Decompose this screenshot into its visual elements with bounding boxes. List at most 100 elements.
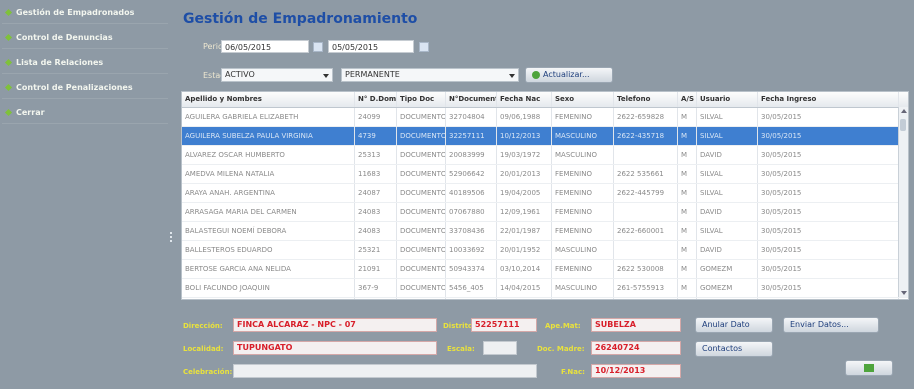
table-row[interactable]: ALVAREZ OSCAR HUMBERTO 25313 DOCUMENTO 2008… [182, 146, 908, 165]
table-cell: 30/05/2015 [758, 184, 899, 202]
table-cell: 2622-660001 [614, 222, 678, 240]
table-cell: DAVID [697, 203, 758, 221]
fecha-desde-input[interactable]: 06/05/2015 [221, 40, 309, 53]
table-cell: BALLESTEROS EDUARDO [182, 241, 355, 259]
table-cell: SILVAL [697, 298, 758, 299]
fecha-hasta-input[interactable]: 05/05/2015 [328, 40, 414, 53]
table-row[interactable]: BERTOSE GARCIA ANA NELIDA 21091 DOCUMENTO 5… [182, 260, 908, 279]
estado-select[interactable]: ACTIVO [221, 68, 333, 82]
column-header[interactable]: Sexo [552, 92, 614, 107]
table-cell: DOCUMENTO [397, 127, 446, 145]
table-cell: 50943374 [446, 260, 497, 278]
table-cell: 21091 [355, 260, 397, 278]
column-header[interactable]: N° D.Dom [355, 92, 397, 107]
table-cell: 5456_405 [446, 279, 497, 297]
table-cell: 10033692 [446, 241, 497, 259]
column-header[interactable]: N°Documento [446, 92, 497, 107]
sidebar-item-control-denuncias[interactable]: Control de Denuncias [2, 26, 168, 49]
column-header[interactable]: A/S [678, 92, 697, 107]
table-cell: 30/05/2015 [758, 298, 899, 299]
calendar-icon[interactable] [419, 42, 429, 52]
escala-field[interactable] [483, 341, 517, 355]
table-row[interactable]: AGUILERA SUBELZA PAULA VIRGINIA 4739 DOCUM… [182, 127, 908, 146]
ape-mat-label: Ape.Mat: [545, 322, 581, 330]
table-cell: FEMENINO [552, 184, 614, 202]
actualizar-button[interactable]: Actualizar... [525, 67, 613, 83]
sidebar-item-lista-relaciones[interactable]: Lista de Relaciones [2, 51, 168, 74]
column-header[interactable]: Fecha Nac [497, 92, 552, 107]
doc-madre-field[interactable]: 26240724 [591, 341, 681, 355]
column-header[interactable]: Usuario [697, 92, 758, 107]
sidebar-item-gestion-empadronados[interactable]: Gestión de Empadronados [2, 1, 168, 24]
table-cell: M [678, 260, 697, 278]
localidad-field[interactable]: TUPUNGATO [233, 341, 437, 355]
table-cell: 33708436 [446, 222, 497, 240]
table-row[interactable]: ARAYA ANAH. ARGENTINA 24087 DOCUMENTO 40189… [182, 184, 908, 203]
table-cell: 32257111 [446, 127, 497, 145]
sidebar-item-cerrar[interactable]: Cerrar [2, 101, 168, 124]
table-cell: M [678, 298, 697, 299]
direccion-label: Dirección: [183, 322, 223, 330]
table-cell: 20/01/1952 [497, 241, 552, 259]
table-cell: MASCULINO [552, 279, 614, 297]
table-cell: BERTOSE GARCIA ANA NELIDA [182, 260, 355, 278]
fecha-field[interactable]: 10/12/2013 [591, 364, 681, 378]
empadronados-table[interactable]: Apellido y Nombres N° D.Dom Tipo Doc N°D… [181, 91, 909, 300]
table-cell: 2622 530008 [614, 260, 678, 278]
column-header[interactable]: Fecha Ingreso [758, 92, 899, 107]
table-cell: 20083999 [446, 146, 497, 164]
table-row[interactable]: BOLI FACUNDO JOAQUIN 367-9 DOCUMENTO 5456_4… [182, 279, 908, 298]
table-cell: GOMEZM [697, 260, 758, 278]
sidebar-item-control-penalizaciones[interactable]: Control de Penalizaciones [2, 76, 168, 99]
table-cell: FEMENINO [552, 165, 614, 183]
table-cell: M [678, 203, 697, 221]
chevron-right-icon [4, 33, 13, 41]
table-row[interactable]: BALLESTEROS EDUARDO 25321 DOCUMENTO 1003369… [182, 241, 908, 260]
exit-button[interactable] [845, 360, 893, 376]
table-cell: 19/03/1972 [497, 146, 552, 164]
contactos-button[interactable]: Contactos [695, 341, 773, 357]
table-cell: M [678, 165, 697, 183]
table-cell: FEMENINO [552, 260, 614, 278]
fecha-label: F.Nac: [561, 368, 585, 376]
splitter-handle[interactable] [170, 232, 175, 242]
vertical-scrollbar[interactable] [898, 107, 908, 297]
table-row[interactable]: ARRASAGA MARIA DEL CARMEN 24083 DOCUMENTO 0… [182, 203, 908, 222]
column-header[interactable]: Tipo Doc [397, 92, 446, 107]
table-cell: DOCUMENTO [397, 203, 446, 221]
column-header[interactable]: Telefono [614, 92, 678, 107]
calendar-icon[interactable] [313, 42, 323, 52]
table-cell: DOCUMENTO [397, 241, 446, 259]
table-cell: DOCUMENTO [397, 108, 446, 126]
anular-dato-button[interactable]: Anular Dato [695, 317, 773, 333]
scroll-thumb[interactable] [900, 119, 906, 131]
table-cell [614, 146, 678, 164]
celebracion-field[interactable] [233, 364, 537, 378]
table-cell: 07067880 [446, 203, 497, 221]
table-row[interactable]: BRIZUELA JOHANA ESBEL24083DOCUMENTO33382… [182, 298, 908, 299]
ape-mat-field[interactable]: SUBELZA [591, 318, 681, 332]
table-cell: M [678, 108, 697, 126]
table-cell: 24087 [355, 184, 397, 202]
table-cell: FEMENINO [552, 222, 614, 240]
table-cell: FEMENINO [552, 298, 614, 299]
tipo-select[interactable]: PERMANENTE [341, 68, 519, 82]
enviar-datos-button[interactable]: Enviar Datos... [783, 317, 879, 333]
table-row[interactable]: AMEDVA MILENA NATALIA 11683 DOCUMENTO 52906… [182, 165, 908, 184]
scroll-up-icon[interactable] [901, 109, 907, 113]
table-row[interactable]: AGUILERA GABRIELA ELIZABETH 24099 DOCUMENT… [182, 108, 908, 127]
table-cell: 03/10,2014 [497, 260, 552, 278]
table-cell: ALVAREZ OSCAR HUMBERTO [182, 146, 355, 164]
table-cell: 30/05/2015 [758, 222, 899, 240]
direccion-field[interactable]: FINCA ALCARAZ - NPC - 07 [233, 318, 437, 332]
scroll-down-icon[interactable] [901, 291, 907, 295]
column-header[interactable]: Apellido y Nombres [182, 92, 355, 107]
table-cell: FEMENINO [552, 108, 614, 126]
table-cell: 4739 [355, 127, 397, 145]
table-cell: DAVID [697, 146, 758, 164]
table-row[interactable]: BALASTEGUI NOEMÍ DEBORA 24083 DOCUMENTO 337… [182, 222, 908, 241]
table-cell: DOCUMENTO [397, 298, 446, 299]
distrito-field[interactable]: 52257111 [471, 318, 537, 332]
sidebar: Gestión de Empadronados Control de Denun… [0, 0, 170, 389]
sidebar-item-label: Gestión de Empadronados [16, 7, 135, 17]
